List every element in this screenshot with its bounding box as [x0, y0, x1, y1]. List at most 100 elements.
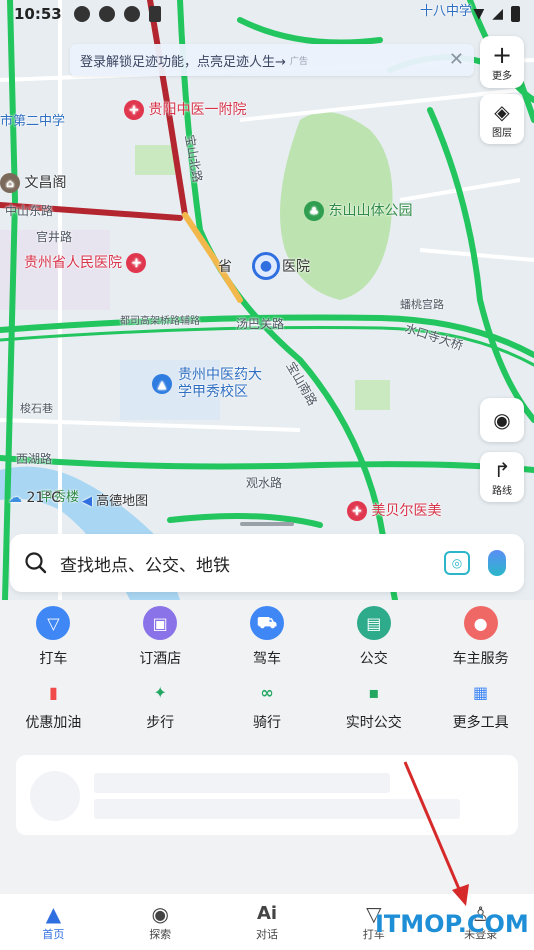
current-location-marker[interactable]: ● [252, 252, 280, 286]
poi-label[interactable]: + 美贝尔医美 [347, 500, 441, 521]
explore-icon: ◉ [151, 902, 169, 926]
tool-bus[interactable]: ▤ 公交 [320, 606, 427, 674]
tool-label: 骑行 [252, 715, 281, 731]
tool-walk[interactable]: ✦ 步行 [107, 676, 214, 736]
route-button[interactable]: ↱ 路线 [480, 452, 524, 502]
status-bar: 10:53 ▼ ◢ [0, 0, 534, 28]
tool-label: 打车 [39, 651, 68, 667]
tool-label: 优惠加油 [25, 715, 82, 731]
poi-name: 美贝尔医美 [371, 503, 442, 519]
layers-label: 图层 [492, 127, 512, 139]
nav-label: 对话 [255, 928, 278, 941]
poi-label[interactable]: 贵州省人民医院 + [24, 252, 147, 273]
poi-label[interactable]: ♣ 东山山体公园 [304, 200, 412, 221]
status-time: 10:53 [14, 5, 62, 23]
poi-label[interactable]: ▲ 贵州中医药大学甲秀校区 [152, 367, 272, 401]
skeleton-line [94, 773, 390, 793]
login-banner[interactable]: 登录解锁足迹功能，点亮足迹人生→ 广告 ✕ [70, 44, 474, 76]
close-icon[interactable]: ✕ [449, 49, 464, 70]
tool-fuel[interactable]: ▮ 优惠加油 [0, 676, 107, 736]
tool-label: 驾车 [252, 651, 281, 667]
poi-label[interactable]: 医院 [282, 256, 310, 276]
fuel-icon: ▮ [48, 682, 58, 702]
tool-more-tools[interactable]: ▦ 更多工具 [427, 676, 534, 736]
tool-row-primary: ▽ 打车 ▣ 订酒店 ⛟ 驾车 ▤ 公交 ● 车主服务 [0, 606, 534, 674]
search-bar[interactable]: 查找地点、公交、地铁 ◎ [10, 534, 524, 592]
walk-icon: ✦ [153, 682, 167, 702]
poi-name: 医院 [282, 259, 310, 275]
weather-badge[interactable]: ☁ 21°C [8, 490, 61, 506]
poi-name: 贵州省人民医院 [24, 255, 122, 271]
banner-text: 登录解锁足迹功能，点亮足迹人生→ [80, 54, 286, 70]
app-notification-icon [148, 6, 161, 22]
poi-name: 省 [218, 259, 232, 275]
skeleton-avatar [30, 771, 80, 821]
tool-car[interactable]: ⛟ 驾车 [214, 606, 321, 674]
landmark-icon: ⌂ [0, 173, 20, 193]
poi-name: 贵阳中医一附院 [148, 102, 247, 118]
map-roads [0, 0, 534, 600]
map-view[interactable]: + 贵阳中医一附院 ♣ 东山山体公园 贵州省人民医院 + 省 医院 ▲ 贵州中医… [0, 0, 534, 600]
voice-mic-icon[interactable] [488, 550, 506, 576]
car-icon: ⛟ [249, 606, 284, 640]
ad-tag: 广告 [289, 56, 308, 67]
tool-label: 步行 [146, 715, 175, 731]
school-icon: ▲ [152, 374, 172, 394]
tool-label: 实时公交 [345, 715, 402, 731]
app-notification-icon [73, 6, 90, 22]
park-icon: ♣ [304, 201, 324, 221]
loading-card [16, 755, 518, 835]
brand-name: 高德地图 [96, 494, 149, 509]
user-location-icon: ● [252, 252, 280, 280]
tool-grid: ▽ 打车 ▣ 订酒店 ⛟ 驾车 ▤ 公交 ● 车主服务 ▮ 优惠加油 ✦ 步行 ∞ 骑行 ▪ 实时公交 ▦ 更多工具 [0, 606, 534, 736]
tool-taxi[interactable]: ▽ 打车 [0, 606, 107, 674]
tool-hotel[interactable]: ▣ 订酒店 [107, 606, 214, 674]
nav-ai-chat[interactable]: Ai 对话 [214, 894, 321, 950]
layers-button[interactable]: ◈ 图层 [480, 94, 524, 144]
hospital-icon: + [347, 501, 367, 521]
poi-label[interactable]: 市第二中学 [0, 110, 65, 129]
hospital-icon: + [126, 253, 147, 273]
tool-row-secondary: ▮ 优惠加油 ✦ 步行 ∞ 骑行 ▪ 实时公交 ▦ 更多工具 [0, 676, 534, 736]
watermark: ITMOP.COM [375, 910, 529, 938]
poi-name: 文昌阁 [24, 175, 67, 191]
signal-icon: ◢ [492, 6, 503, 22]
app-notification-icon [123, 6, 140, 22]
nav-explore[interactable]: ◉ 探索 [107, 894, 214, 950]
owner-service-icon: ● [463, 606, 498, 640]
poi-label[interactable]: + 贵阳中医一附院 [124, 99, 246, 120]
camera-scan-icon[interactable]: ◎ [444, 551, 470, 575]
nav-label: 首页 [42, 928, 65, 941]
tool-label: 更多工具 [452, 715, 509, 731]
brand-logo: ◀ 高德地图 [82, 490, 148, 509]
bus-icon: ▤ [356, 606, 391, 640]
poi-name: 贵州中医药大学甲秀校区 [178, 367, 262, 400]
app-notification-icon [98, 6, 115, 22]
poi-name: 市第二中学 [0, 114, 66, 129]
road-label: 中山东路 [5, 204, 54, 218]
tool-owner-service[interactable]: ● 车主服务 [427, 606, 534, 674]
locate-icon: ◉ [493, 408, 511, 432]
more-button[interactable]: + 更多 [480, 36, 524, 88]
nav-home-nav[interactable]: ▲ 首页 [0, 894, 107, 950]
hotel-icon: ▣ [143, 606, 178, 640]
nav-label: 探索 [149, 928, 172, 941]
plus-icon: + [491, 40, 513, 69]
tool-label: 公交 [359, 651, 388, 667]
taxi-icon: ▽ [36, 606, 71, 640]
more-tools-icon: ▦ [473, 682, 489, 702]
realtime-bus-icon: ▪ [368, 682, 380, 702]
poi-label[interactable]: 省 [218, 256, 232, 276]
search-input[interactable]: 查找地点、公交、地铁 [60, 551, 444, 576]
green-area [135, 145, 175, 175]
poi-label[interactable]: ⌂ 文昌阁 [0, 172, 66, 193]
road-label: 汤巴关路 [236, 317, 285, 331]
battery-icon [511, 6, 520, 22]
drag-handle[interactable] [240, 522, 294, 526]
tool-realtime-bus[interactable]: ▪ 实时公交 [320, 676, 427, 736]
locate-button[interactable]: ◉ [480, 398, 524, 442]
route-icon: ↱ [493, 457, 511, 482]
tool-bike[interactable]: ∞ 骑行 [214, 676, 321, 736]
amap-arrow-icon: ◀ [82, 494, 92, 509]
home-nav-icon: ▲ [45, 902, 62, 926]
